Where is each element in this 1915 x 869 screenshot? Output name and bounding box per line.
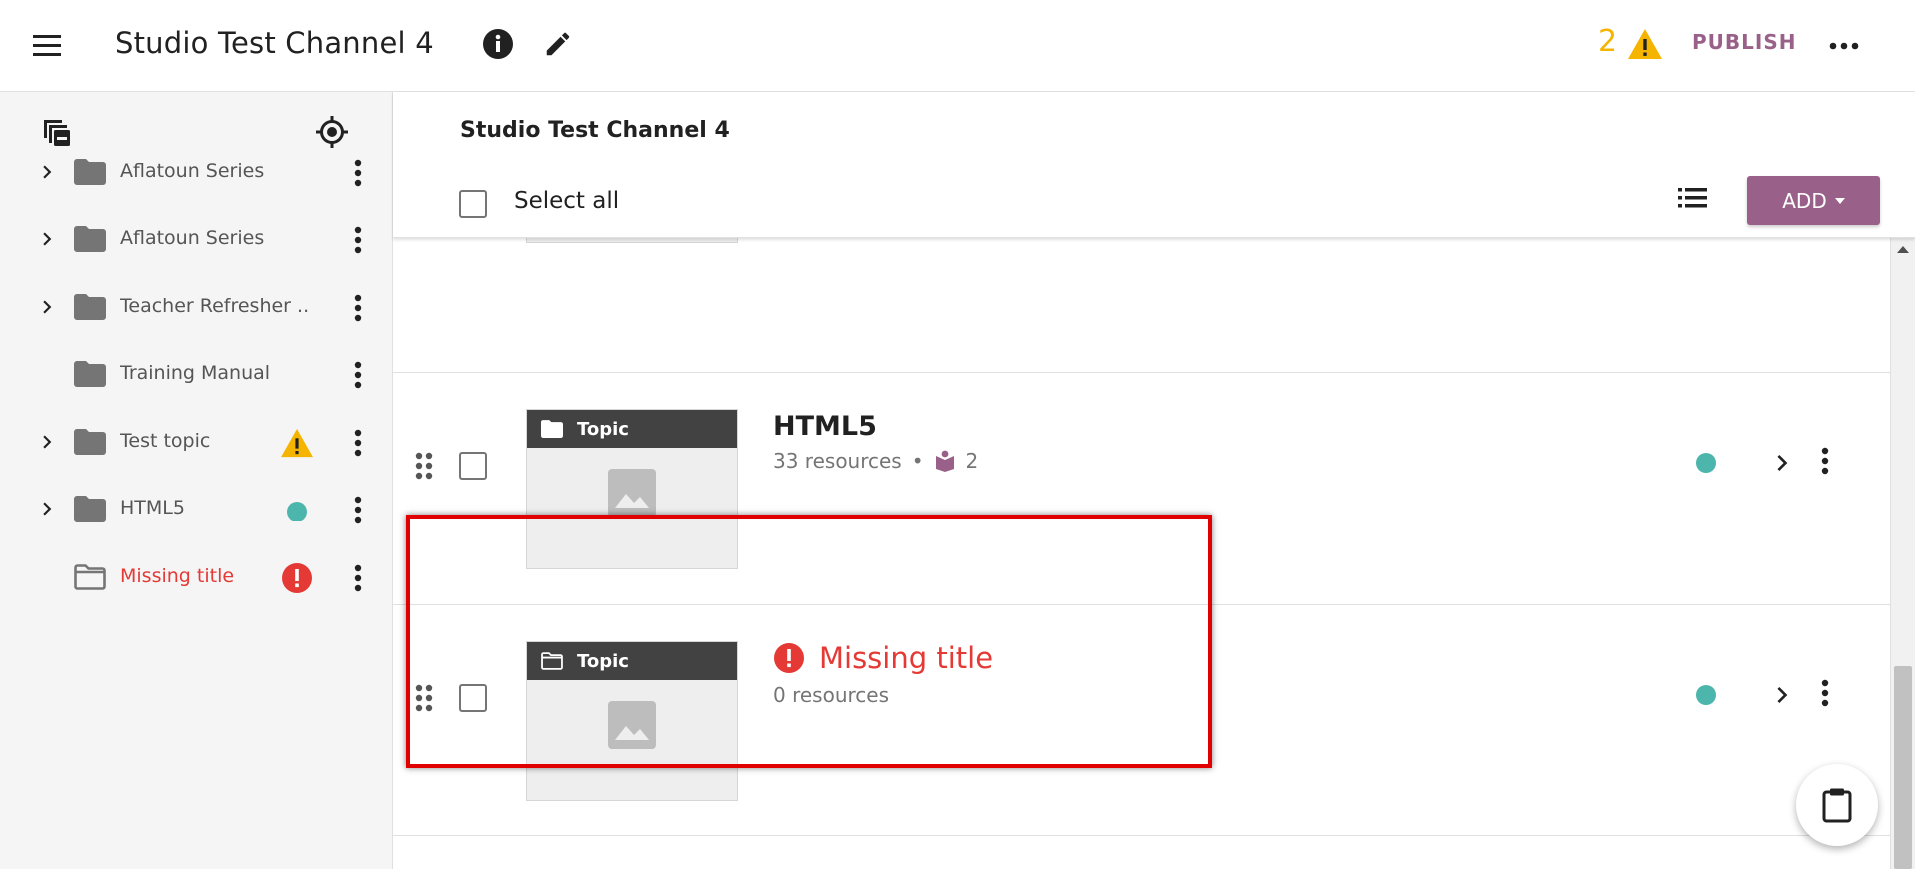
thumbnail[interactable]: Topic bbox=[526, 641, 738, 801]
row-subtitle: 0 resources bbox=[773, 683, 889, 707]
chevron-right-icon[interactable] bbox=[34, 159, 60, 185]
resource-count: 0 resources bbox=[773, 683, 890, 707]
kind-bar: Topic bbox=[527, 642, 737, 680]
breadcrumb[interactable]: Studio Test Channel 4 bbox=[460, 118, 730, 143]
folder-icon bbox=[74, 496, 106, 522]
thumbnail[interactable]: Topic bbox=[526, 409, 738, 569]
separator: • bbox=[911, 449, 924, 473]
thumbnail bbox=[526, 238, 738, 243]
list-item[interactable]: Topic HTML5 33 resources • 2 bbox=[393, 372, 1890, 604]
drag-handle-icon[interactable] bbox=[413, 683, 435, 713]
more-vert-icon[interactable] bbox=[344, 224, 372, 256]
app-bar: Studio Test Channel 4 2 PUBLISH bbox=[0, 0, 1915, 92]
kind-label: Topic bbox=[577, 650, 629, 672]
more-vert-icon[interactable] bbox=[344, 562, 372, 594]
warning-count: 2 bbox=[1598, 24, 1618, 59]
folder-icon bbox=[74, 429, 106, 455]
scroll-up-arrow-icon[interactable] bbox=[1897, 246, 1909, 253]
folder-icon bbox=[74, 159, 106, 185]
row-title[interactable]: HTML5 bbox=[773, 411, 877, 442]
error-icon bbox=[774, 643, 804, 673]
sidebar-tree: Aflatoun Series Aflatoun Series Teacher … bbox=[0, 92, 393, 869]
folder-outline-icon bbox=[74, 564, 106, 590]
sidebar-item-label: Aflatoun Series bbox=[120, 227, 265, 249]
sidebar-item-missing-title[interactable]: Missing title bbox=[0, 548, 393, 608]
row-checkbox[interactable] bbox=[459, 452, 487, 480]
chevron-right-icon[interactable] bbox=[1766, 679, 1798, 711]
more-vert-icon[interactable] bbox=[344, 292, 372, 324]
sidebar-item-label: HTML5 bbox=[120, 497, 185, 519]
published-dot-icon bbox=[1696, 453, 1716, 473]
published-dot-icon bbox=[1696, 685, 1716, 705]
chevron-right-icon[interactable] bbox=[1766, 447, 1798, 479]
more-vert-icon[interactable] bbox=[1821, 447, 1849, 479]
folder-outline-icon bbox=[541, 652, 563, 670]
clipboard-button[interactable] bbox=[1796, 764, 1878, 846]
resource-count: 33 resources bbox=[773, 449, 902, 473]
warning-icon[interactable] bbox=[1625, 26, 1665, 62]
chevron-right-icon[interactable] bbox=[34, 226, 60, 252]
sidebar-item-label: Training Manual bbox=[120, 362, 271, 384]
warning-icon bbox=[280, 427, 314, 459]
more-vert-icon[interactable] bbox=[344, 157, 372, 189]
clipboard-icon bbox=[1822, 788, 1852, 823]
sidebar-item-teacher-refresher[interactable]: Teacher Refresher ... bbox=[0, 278, 393, 338]
more-vert-icon[interactable] bbox=[344, 494, 372, 526]
sidebar-item-aflatoun-series-1[interactable]: Aflatoun Series bbox=[0, 143, 393, 203]
chevron-right-icon[interactable] bbox=[34, 294, 60, 320]
more-vert-icon[interactable] bbox=[1821, 679, 1849, 711]
content-toolbar: Studio Test Channel 4 Select all ADD bbox=[393, 92, 1915, 238]
learner-resource-icon bbox=[935, 450, 954, 472]
folder-icon bbox=[74, 294, 106, 320]
row-subtitle: 33 resources • 2 bbox=[773, 449, 978, 473]
main-content: Studio Test Channel 4 Select all ADD Top… bbox=[393, 92, 1915, 869]
folder-icon bbox=[74, 226, 106, 252]
scrollbar-thumb[interactable] bbox=[1894, 666, 1912, 869]
add-button-label: ADD bbox=[1782, 188, 1827, 213]
edit-icon[interactable] bbox=[538, 24, 578, 64]
sidebar-item-html5[interactable]: HTML5 bbox=[0, 480, 393, 540]
more-vert-icon[interactable] bbox=[344, 427, 372, 459]
select-all-checkbox[interactable] bbox=[459, 190, 487, 218]
sidebar-item-label: Teacher Refresher ... bbox=[120, 295, 310, 317]
error-icon bbox=[280, 562, 314, 594]
info-icon[interactable] bbox=[478, 24, 518, 64]
sidebar-item-label: Aflatoun Series bbox=[120, 160, 265, 182]
more-vert-icon[interactable] bbox=[344, 359, 372, 391]
folder-icon bbox=[74, 361, 106, 387]
sidebar-item-aflatoun-series-2[interactable]: Aflatoun Series bbox=[0, 210, 393, 270]
drag-handle-icon[interactable] bbox=[413, 451, 435, 481]
row-title-text: Missing title bbox=[819, 641, 994, 675]
folder-icon bbox=[541, 420, 563, 438]
scrollbar[interactable] bbox=[1890, 238, 1915, 869]
sidebar-item-training-manual[interactable]: Training Manual bbox=[0, 345, 393, 405]
chevron-right-icon[interactable] bbox=[34, 429, 60, 455]
chevron-right-icon[interactable] bbox=[34, 496, 60, 522]
select-all-label[interactable]: Select all bbox=[514, 188, 619, 214]
published-dot-icon bbox=[280, 494, 314, 526]
kind-label: Topic bbox=[577, 418, 629, 440]
image-placeholder-icon bbox=[607, 468, 657, 518]
list-view-icon[interactable] bbox=[1673, 180, 1713, 216]
add-button[interactable]: ADD bbox=[1747, 176, 1880, 225]
image-placeholder-icon bbox=[607, 700, 657, 750]
row-title[interactable]: Missing title bbox=[773, 641, 993, 675]
sidebar-item-label: Missing title bbox=[120, 565, 235, 587]
caret-down-icon bbox=[1834, 197, 1845, 204]
list-item[interactable]: Topic Missing title 0 resources bbox=[393, 604, 1890, 836]
kind-bar: Topic bbox=[527, 410, 737, 448]
more-options-icon[interactable] bbox=[1822, 26, 1866, 66]
sidebar-item-test-topic[interactable]: Test topic bbox=[0, 413, 393, 473]
publish-button[interactable]: PUBLISH bbox=[1692, 30, 1796, 54]
menu-icon[interactable] bbox=[28, 28, 68, 64]
row-checkbox[interactable] bbox=[459, 684, 487, 712]
content-list: Topic HTML5 33 resources • 2 Topic Missi… bbox=[393, 238, 1890, 869]
learner-count: 2 bbox=[965, 449, 979, 473]
channel-title: Studio Test Channel 4 bbox=[115, 26, 434, 60]
sidebar-item-label: Test topic bbox=[120, 430, 211, 452]
